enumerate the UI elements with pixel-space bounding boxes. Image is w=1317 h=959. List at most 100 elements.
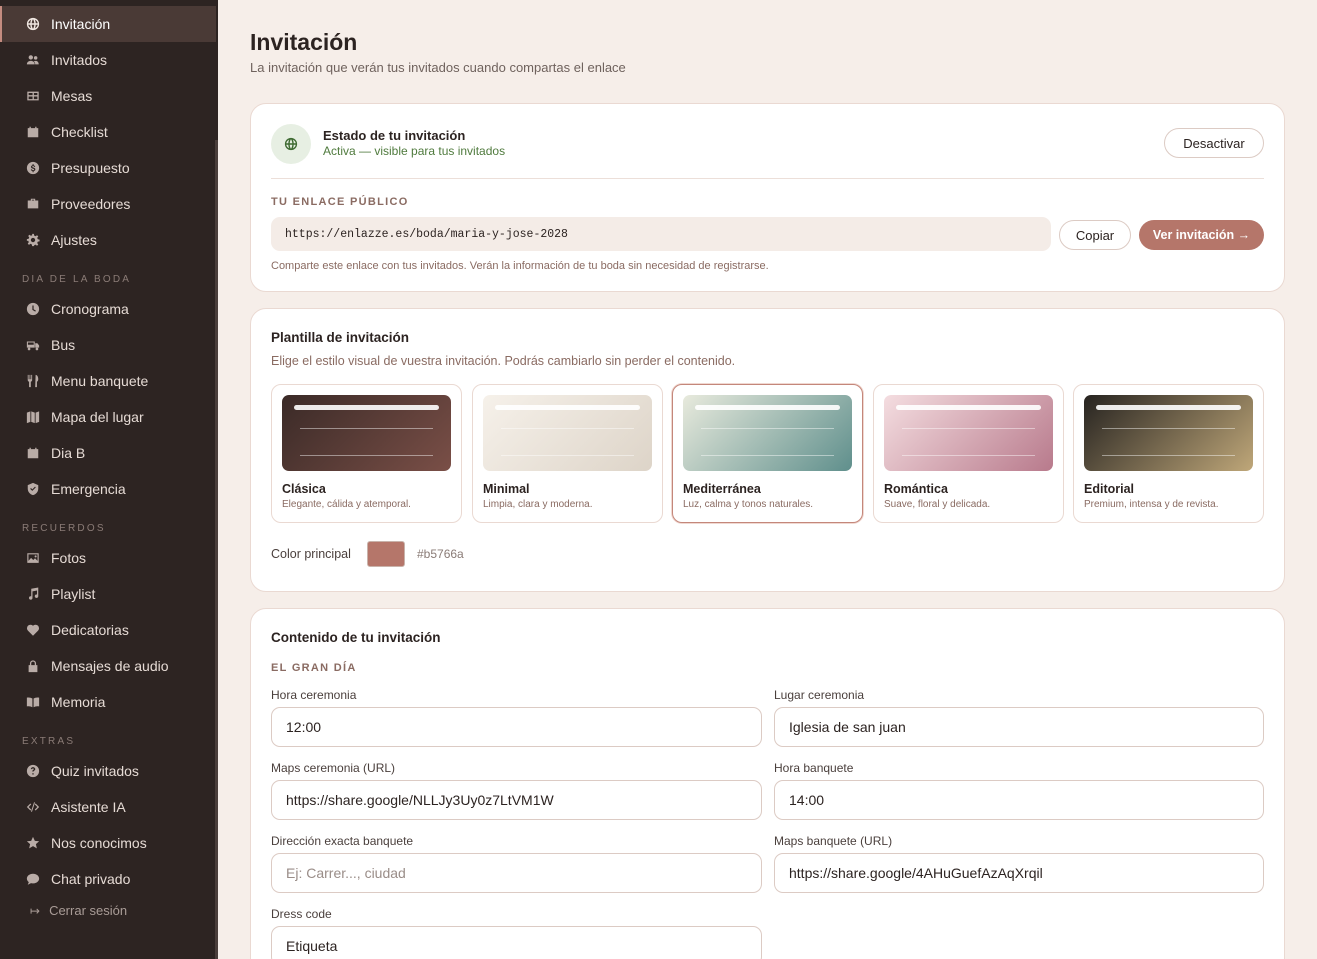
template-option[interactable]: Editorial Premium, intensa y de revista. [1073,384,1264,523]
sidebar-item-label: Menu banquete [51,373,149,389]
template-name: Minimal [483,482,530,496]
color-swatch[interactable] [367,541,405,567]
sidebar-item-dedicatorias[interactable]: Dedicatorias [0,612,216,648]
template-preview [1084,395,1253,471]
template-description: Suave, floral y delicada. [884,499,991,510]
template-description: Premium, intensa y de revista. [1084,499,1219,510]
sidebar-item-dia-b[interactable]: Dia B [0,435,216,471]
template-option[interactable]: Mediterránea Luz, calma y tonos naturales… [672,384,863,523]
template-description: Elegante, cálida y atemporal. [282,499,411,510]
template-preview-line [902,428,1035,429]
color-principal-label: Color principal [271,547,351,561]
globe-icon [271,124,311,164]
color-hex-value: #b5766a [417,547,464,561]
sidebar-item-proveedores[interactable]: Proveedores [0,186,216,222]
template-name: Clásica [282,482,326,496]
content-card-title: Contenido de tu invitación [271,630,441,645]
lugar-ceremonia-input[interactable] [774,707,1264,747]
maps-banquete-input[interactable] [774,853,1264,893]
sidebar-section-dia-boda: DIA DE LA BODA [22,274,132,285]
sidebar-item-playlist[interactable]: Playlist [0,576,216,612]
dress-code-label: Dress code [271,907,332,921]
template-preview-line [1102,428,1235,429]
sidebar-item-label: Nos conocimos [51,835,147,851]
template-option[interactable]: Minimal Limpia, clara y moderna. [472,384,663,523]
el-gran-dia-label: EL GRAN DÍA [271,662,357,674]
template-description: Limpia, clara y moderna. [483,499,593,510]
sidebar-item-label: Invitados [51,52,108,68]
calendar-icon [26,125,40,139]
template-card: Plantilla de invitación Elige el estilo … [250,308,1285,592]
maps-ceremonia-label: Maps ceremonia (URL) [271,761,396,775]
sidebar-item-label: Mensajes de audio [51,658,169,674]
sidebar-item-fotos[interactable]: Fotos [0,540,216,576]
sidebar-item-label: Chat privado [51,871,131,887]
sidebar-item-invitacion[interactable]: Invitación [0,6,216,42]
sidebar-item-label: Quiz invitados [51,763,139,779]
sidebar-item-emergencia[interactable]: Emergencia [0,471,216,507]
sidebar-item-label: Dia B [51,445,86,461]
status-text: Activa — visible para tus invitados [323,144,506,158]
hora-ceremonia-label: Hora ceremonia [271,688,357,702]
clock-icon [26,302,40,316]
sidebar-item-mapa[interactable]: Mapa del lugar [0,399,216,435]
dress-code-input[interactable] [271,926,762,959]
template-preview-line [300,455,433,456]
sidebar-item-nos-conocimos[interactable]: Nos conocimos [0,825,216,861]
sidebar-item-ajustes[interactable]: Ajustes [0,222,216,258]
template-preview-line [701,428,834,429]
sidebar-item-label: Emergencia [51,481,126,497]
template-preview-line [501,455,634,456]
book-icon [26,695,40,709]
template-preview-line [896,405,1041,410]
briefcase-icon [26,197,40,211]
sidebar-item-mensajes-audio[interactable]: Mensajes de audio [0,648,216,684]
sidebar-item-invitados[interactable]: Invitados [0,42,216,78]
heart-icon [26,623,40,637]
sidebar-item-memoria[interactable]: Memoria [0,684,216,720]
sidebar-item-label: Bus [51,337,76,353]
star-icon [26,836,40,850]
sidebar-item-label: Cronograma [51,301,129,317]
template-card-title: Plantilla de invitación [271,330,410,345]
copy-button[interactable]: Copiar [1059,220,1131,250]
sidebar-section-recuerdos: RECUERDOS [22,523,106,534]
sidebar-item-checklist[interactable]: Checklist [0,114,216,150]
template-option[interactable]: Romántica Suave, floral y delicada. [873,384,1064,523]
direccion-banquete-input[interactable] [271,853,762,893]
direccion-banquete-label: Dirección exacta banquete [271,834,414,848]
globe-icon [26,17,40,31]
sidebar-item-label: Memoria [51,694,106,710]
sidebar-item-mesas[interactable]: Mesas [0,78,216,114]
hora-ceremonia-input[interactable] [271,707,762,747]
sidebar-section-extras: EXTRAS [22,736,76,747]
template-preview-line [902,455,1035,456]
sidebar-item-presupuesto[interactable]: Presupuesto [0,150,216,186]
template-preview [884,395,1053,471]
question-icon [26,764,40,778]
sidebar-item-label: Asistente IA [51,799,126,815]
view-invitation-button[interactable]: Ver invitación → [1139,220,1264,250]
hora-banquete-input[interactable] [774,780,1264,820]
cutlery-icon [26,374,40,388]
template-preview-line [1096,405,1241,410]
logout-button[interactable]: ↦ Cerrar sesión [30,903,127,918]
sidebar-item-cronograma[interactable]: Cronograma [0,291,216,327]
sidebar-item-bus[interactable]: Bus [0,327,216,363]
template-preview-line [701,455,834,456]
sidebar-item-label: Proveedores [51,196,131,212]
template-option[interactable]: Clásica Elegante, cálida y atemporal. [271,384,462,523]
deactivate-button[interactable]: Desactivar [1164,128,1264,158]
sidebar-item-chat-privado[interactable]: Chat privado [0,861,216,897]
sidebar-item-label: Dedicatorias [51,622,129,638]
sidebar-item-menu-banquete[interactable]: Menu banquete [0,363,216,399]
users-icon [26,53,40,67]
gear-icon [26,233,40,247]
public-url-field[interactable]: https://enlazze.es/boda/maria-y-jose-202… [271,217,1051,251]
code-icon [26,800,40,814]
sidebar-item-label: Playlist [51,586,96,602]
sidebar-item-asistente-ia[interactable]: Asistente IA [0,789,216,825]
lock-icon [26,659,40,673]
sidebar-item-quiz[interactable]: Quiz invitados [0,753,216,789]
maps-ceremonia-input[interactable] [271,780,762,820]
